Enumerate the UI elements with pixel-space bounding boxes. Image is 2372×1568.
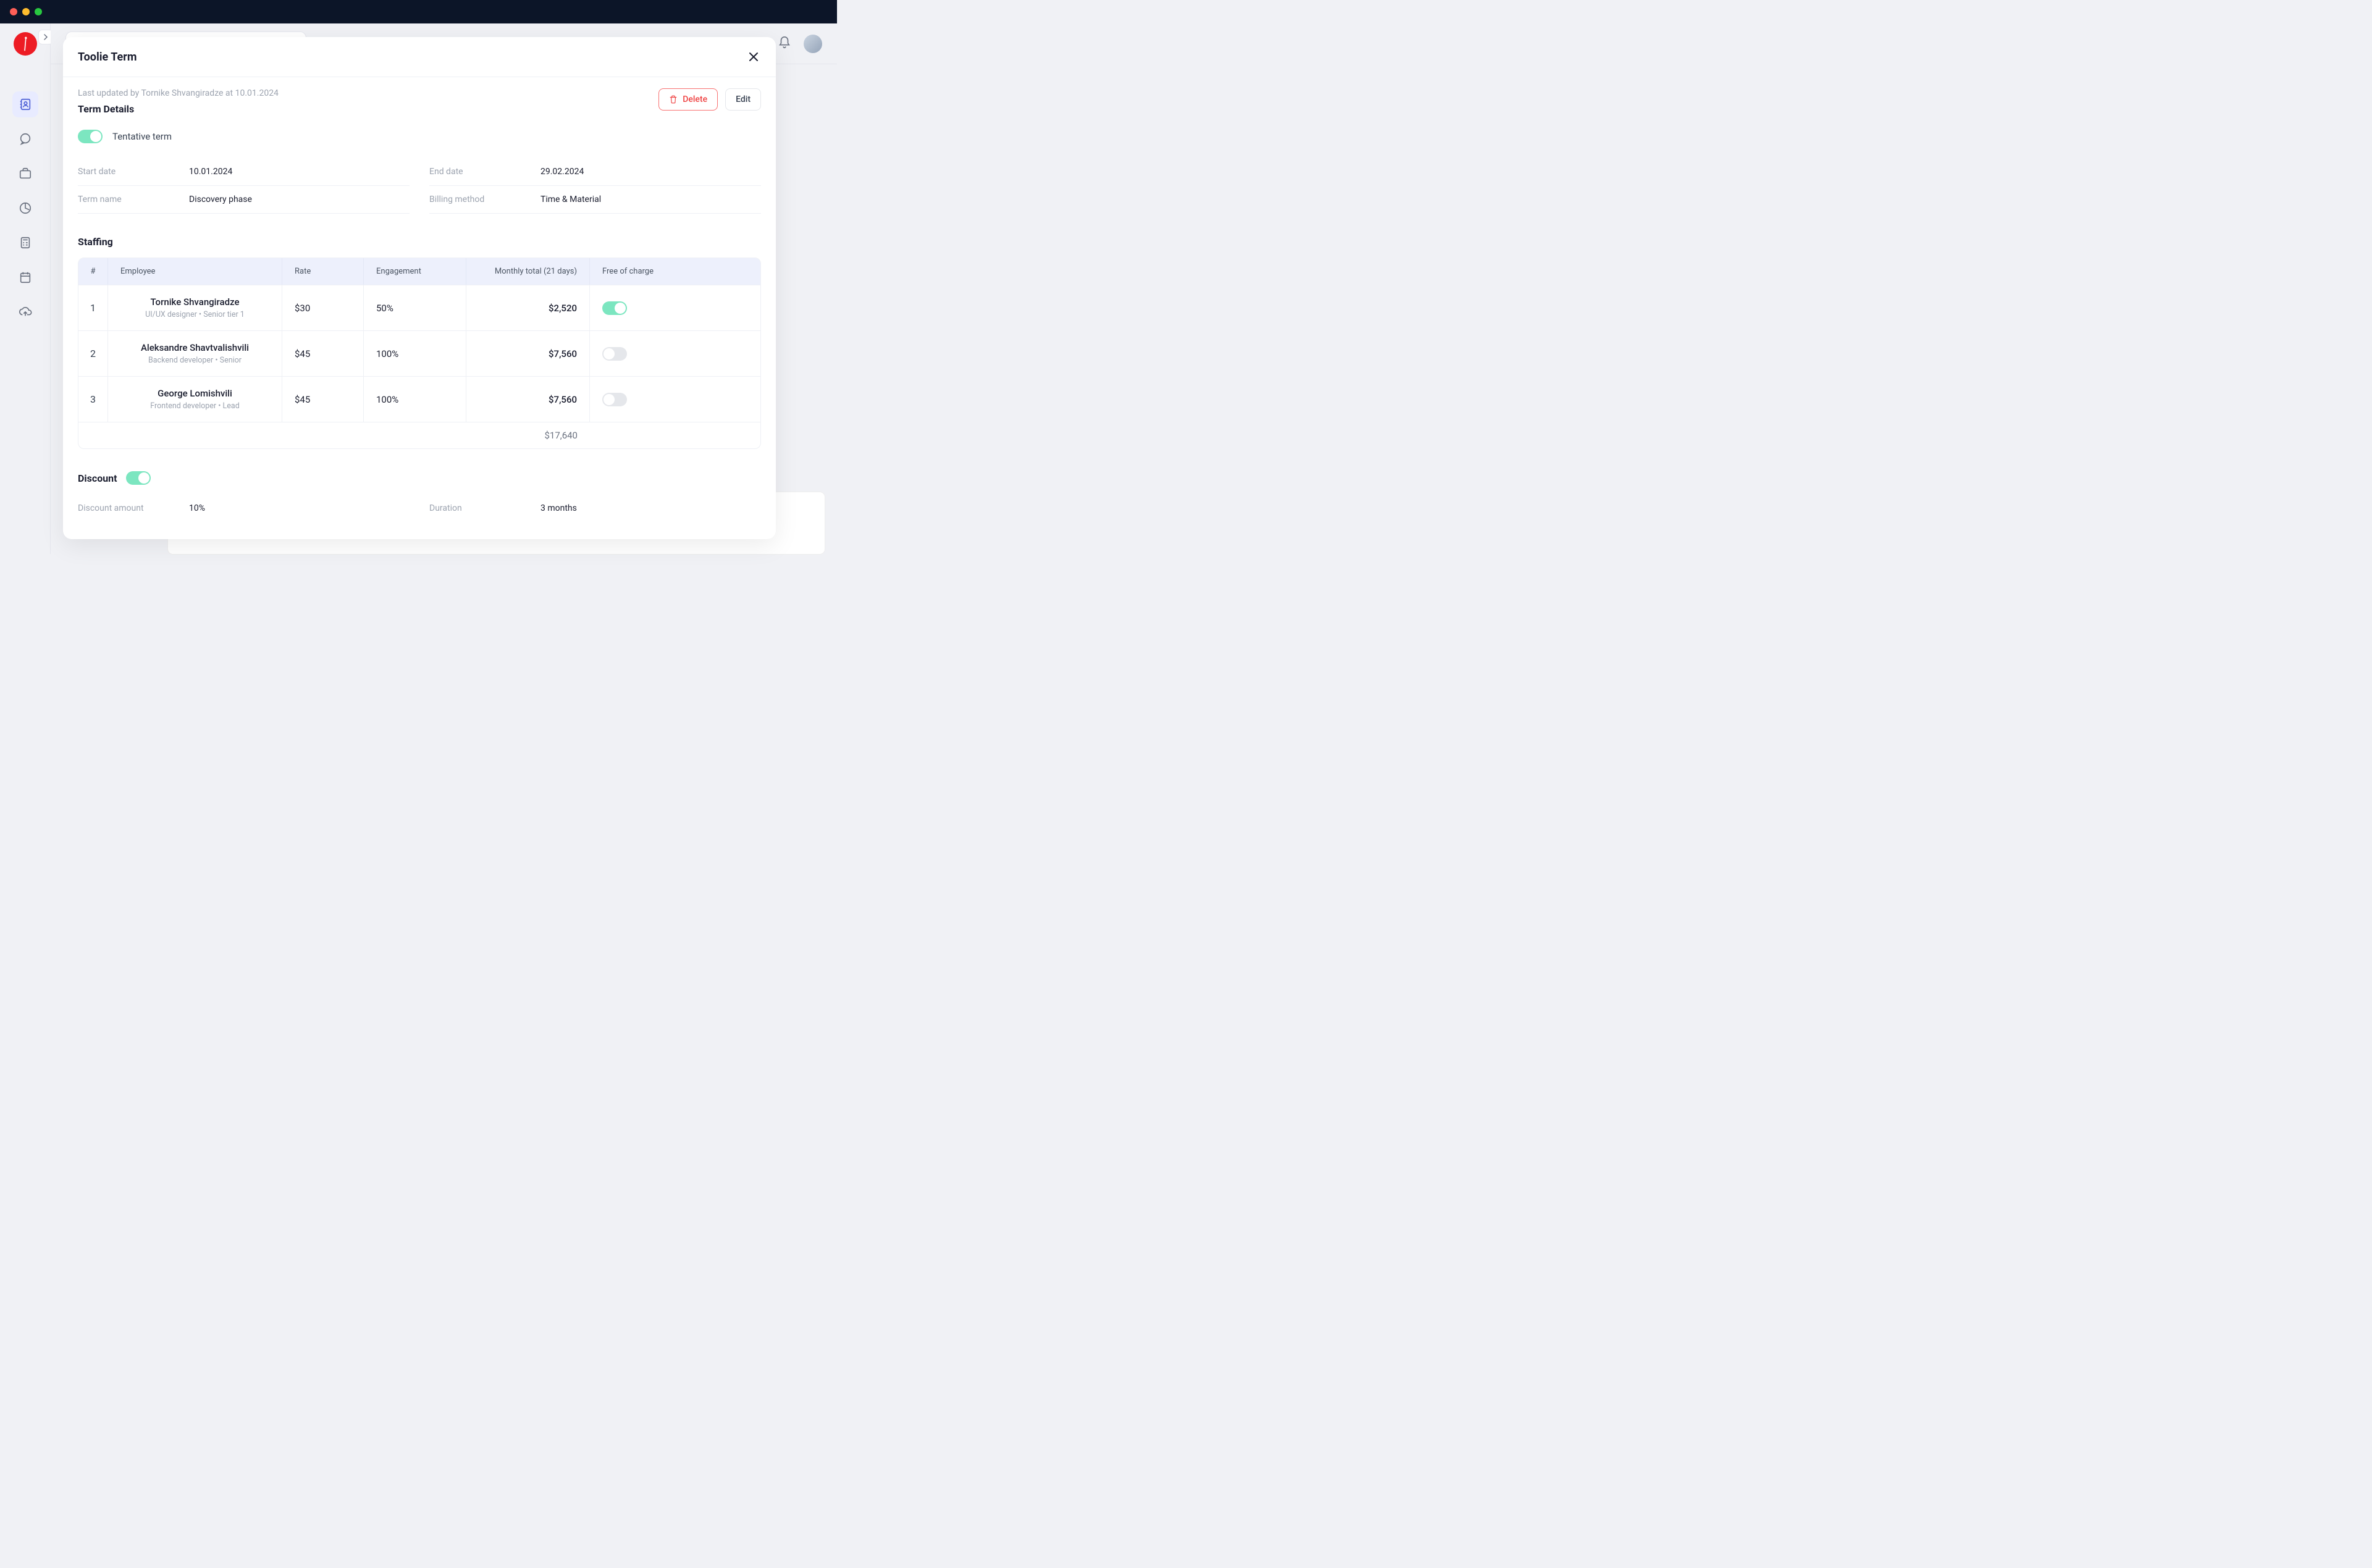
- employee-engagement: 100%: [364, 331, 466, 376]
- delete-label: Delete: [683, 94, 707, 104]
- employee-role: Backend developer • Senior: [148, 356, 242, 365]
- th-foc: Free of charge: [590, 258, 760, 285]
- th-num: #: [78, 258, 108, 285]
- discount-amount-label: Discount amount: [78, 503, 189, 513]
- discount-toggle[interactable]: [126, 471, 151, 485]
- employee-engagement: 50%: [364, 285, 466, 330]
- sidebar-item-contacts[interactable]: [12, 91, 38, 117]
- window-titlebar: [0, 0, 837, 23]
- employee-monthly-total: $7,560: [466, 331, 590, 376]
- th-monthly-total: Monthly total (21 days): [466, 258, 590, 285]
- discount-duration-value: 3 months: [540, 503, 761, 513]
- employee-rate: $30: [282, 285, 364, 330]
- traffic-light-minimize[interactable]: [22, 8, 30, 15]
- sidebar-item-calculator[interactable]: [12, 230, 38, 256]
- discount-duration-label: Duration: [429, 503, 540, 513]
- th-rate: Rate: [282, 258, 364, 285]
- employee-rate: $45: [282, 331, 364, 376]
- sidebar-item-chat[interactable]: [12, 126, 38, 152]
- th-engagement: Engagement: [364, 258, 466, 285]
- sidebar: [0, 23, 51, 554]
- app-logo: [14, 32, 37, 56]
- staffing-title: Staffing: [78, 236, 761, 248]
- sidebar-item-projects[interactable]: [12, 161, 38, 187]
- employee-role: Frontend developer • Lead: [150, 401, 240, 411]
- term-modal: Toolie Term Last updated by Tornike Shva…: [63, 37, 776, 539]
- sidebar-item-calendar[interactable]: [12, 264, 38, 290]
- th-employee: Employee: [108, 258, 282, 285]
- employee-role: UI/UX designer • Senior tier 1: [145, 310, 245, 319]
- edit-label: Edit: [736, 94, 751, 104]
- discount-title: Discount: [78, 472, 117, 484]
- term-name-label: Term name: [78, 195, 189, 204]
- employee-engagement: 100%: [364, 377, 466, 422]
- modal-title: Toolie Term: [78, 51, 137, 64]
- edit-button[interactable]: Edit: [725, 88, 761, 111]
- employee-name: George Lomishvili: [158, 388, 232, 399]
- tentative-toggle[interactable]: [78, 130, 103, 143]
- row-num: 3: [78, 377, 108, 422]
- trash-icon: [669, 95, 678, 104]
- start-date-value: 10.01.2024: [189, 167, 410, 177]
- sidebar-item-reports[interactable]: [12, 195, 38, 221]
- employee-name: Aleksandre Shavtvalishvili: [141, 342, 249, 353]
- discount-amount-value: 10%: [189, 503, 410, 513]
- end-date-value: 29.02.2024: [540, 167, 761, 177]
- sidebar-item-upload[interactable]: [12, 299, 38, 325]
- foc-toggle[interactable]: [602, 301, 627, 315]
- employee-rate: $45: [282, 377, 364, 422]
- foc-toggle[interactable]: [602, 347, 627, 361]
- table-row: 3 George Lomishvili Frontend developer •…: [78, 376, 760, 422]
- row-num: 2: [78, 331, 108, 376]
- billing-label: Billing method: [429, 195, 540, 204]
- employee-name: Tornike Shvangiradze: [150, 296, 239, 308]
- employee-monthly-total: $7,560: [466, 377, 590, 422]
- table-row: 2 Aleksandre Shavtvalishvili Backend dev…: [78, 330, 760, 376]
- staffing-footer-total: $17,640: [466, 422, 590, 448]
- term-name-value: Discovery phase: [189, 195, 410, 204]
- delete-button[interactable]: Delete: [658, 88, 718, 111]
- employee-monthly-total: $2,520: [466, 285, 590, 330]
- table-row: 1 Tornike Shvangiradze UI/UX designer • …: [78, 285, 760, 330]
- traffic-light-close[interactable]: [10, 8, 17, 15]
- staffing-table: # Employee Rate Engagement Monthly total…: [78, 258, 761, 449]
- avatar[interactable]: [804, 35, 822, 53]
- last-updated-text: Last updated by Tornike Shvangiradze at …: [78, 88, 279, 98]
- end-date-label: End date: [429, 167, 540, 177]
- notifications-icon[interactable]: [778, 36, 791, 52]
- tentative-label: Tentative term: [112, 131, 172, 142]
- row-num: 1: [78, 285, 108, 330]
- close-icon[interactable]: [746, 49, 761, 64]
- foc-toggle[interactable]: [602, 393, 627, 406]
- start-date-label: Start date: [78, 167, 189, 177]
- term-details-title: Term Details: [78, 103, 279, 115]
- billing-value: Time & Material: [540, 195, 761, 204]
- traffic-light-maximize[interactable]: [35, 8, 42, 15]
